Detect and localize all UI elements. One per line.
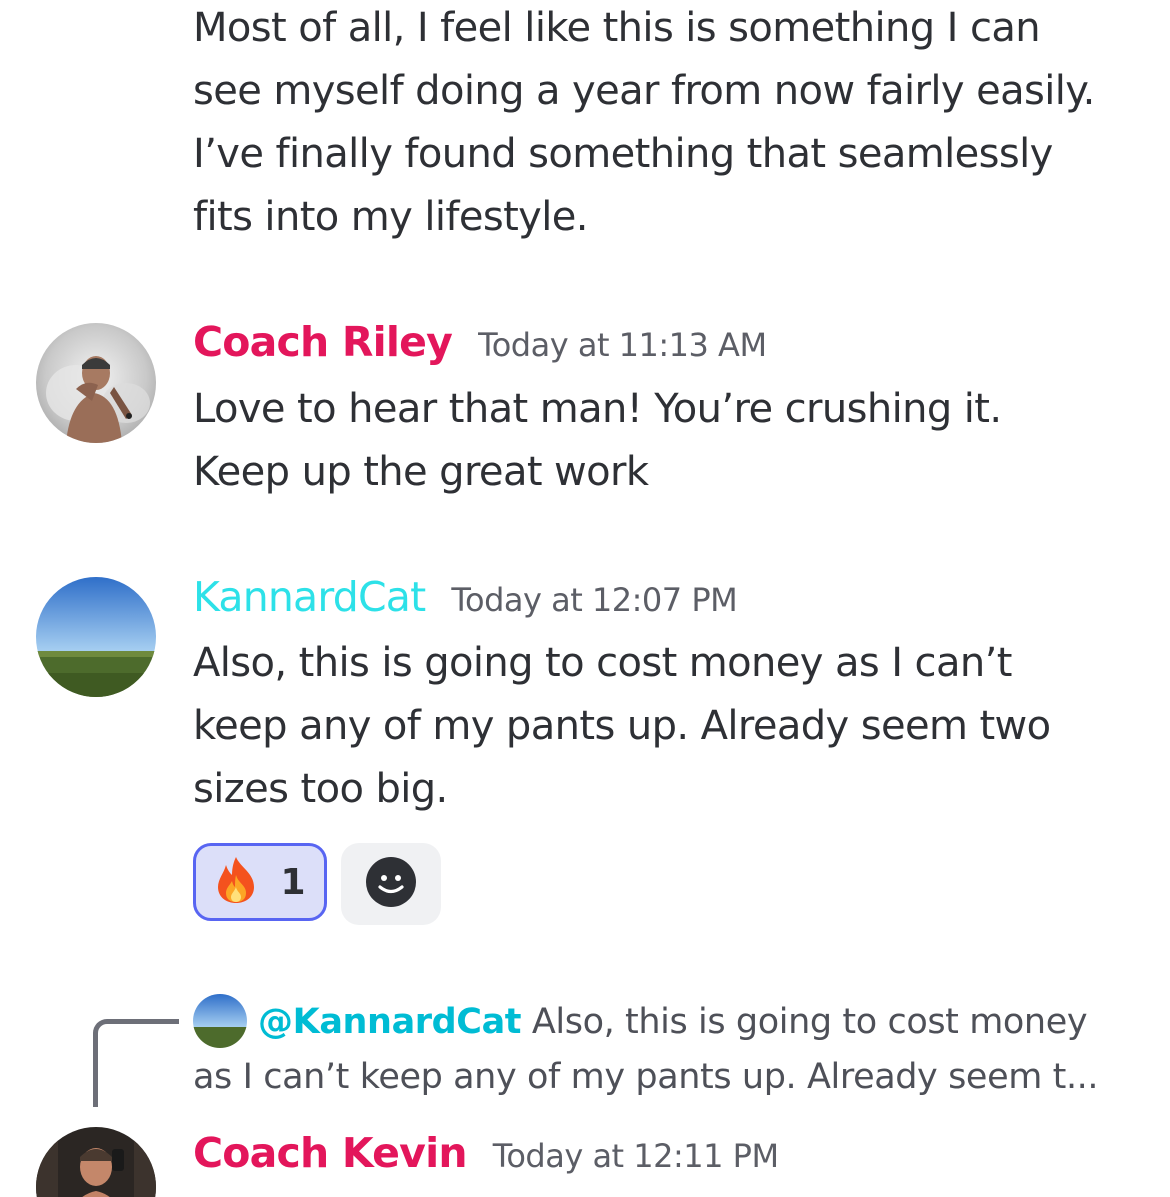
username-kannardcat[interactable]: KannardCat (193, 573, 426, 621)
reactions-bar: 1 (193, 843, 441, 925)
reply-excerpt: as I can’t keep any of my pants up. Alre… (193, 1057, 1099, 1097)
add-reaction-button[interactable] (341, 843, 441, 925)
message-header: Coach Riley Today at 11:13 AM (193, 318, 767, 374)
message-line: fits into my lifestyle. (193, 194, 588, 240)
message-line: keep any of my pants up. Already seem tw… (193, 703, 1051, 749)
reaction-fire[interactable]: 1 (193, 843, 327, 921)
avatar-image (36, 1127, 156, 1197)
chat-view: Most of all, I feel like this is somethi… (0, 0, 1170, 1197)
message-header: KannardCat Today at 12:07 PM (193, 573, 738, 629)
avatar-image (36, 323, 156, 443)
message-line: I’ve finally found something that seamle… (193, 131, 1053, 177)
message-line: sizes too big. (193, 766, 448, 812)
avatar-coach-kevin[interactable] (36, 1127, 156, 1197)
reply-connector (93, 1019, 179, 1107)
timestamp: Today at 11:13 AM (478, 326, 767, 364)
timestamp: Today at 12:07 PM (451, 581, 738, 619)
message-line: Also, this is going to cost money as I c… (193, 640, 1012, 686)
avatar-kannardcat[interactable] (36, 577, 156, 697)
reply-preview[interactable]: @KannardCat Also, this is going to cost … (193, 995, 1143, 1105)
reaction-count: 1 (280, 861, 306, 903)
message-header: Coach Kevin Today at 12:11 PM (193, 1129, 779, 1185)
username-coach-kevin[interactable]: Coach Kevin (193, 1129, 468, 1177)
message-line: Keep up the great work (193, 449, 649, 495)
reply-excerpt: Also, this is going to cost money (531, 1002, 1088, 1042)
avatar-coach-riley[interactable] (36, 323, 156, 443)
message-line: Love to hear that man! You’re crushing i… (193, 386, 1002, 432)
message-content: Most of all, I feel like this is somethi… (193, 0, 1143, 249)
username-coach-riley[interactable]: Coach Riley (193, 318, 453, 366)
timestamp: Today at 12:11 PM (492, 1137, 779, 1175)
reply-mention[interactable]: @KannardCat (258, 1002, 522, 1042)
message-line: Most of all, I feel like this is somethi… (193, 5, 1041, 51)
smiley-face-icon (365, 856, 417, 912)
avatar-image (36, 577, 156, 697)
message-content: Love to hear that man! You’re crushing i… (193, 378, 1143, 504)
fire-emoji-icon (214, 855, 258, 909)
message-line: see myself doing a year from now fairly … (193, 68, 1095, 114)
message-content: Also, this is going to cost money as I c… (193, 632, 1143, 821)
